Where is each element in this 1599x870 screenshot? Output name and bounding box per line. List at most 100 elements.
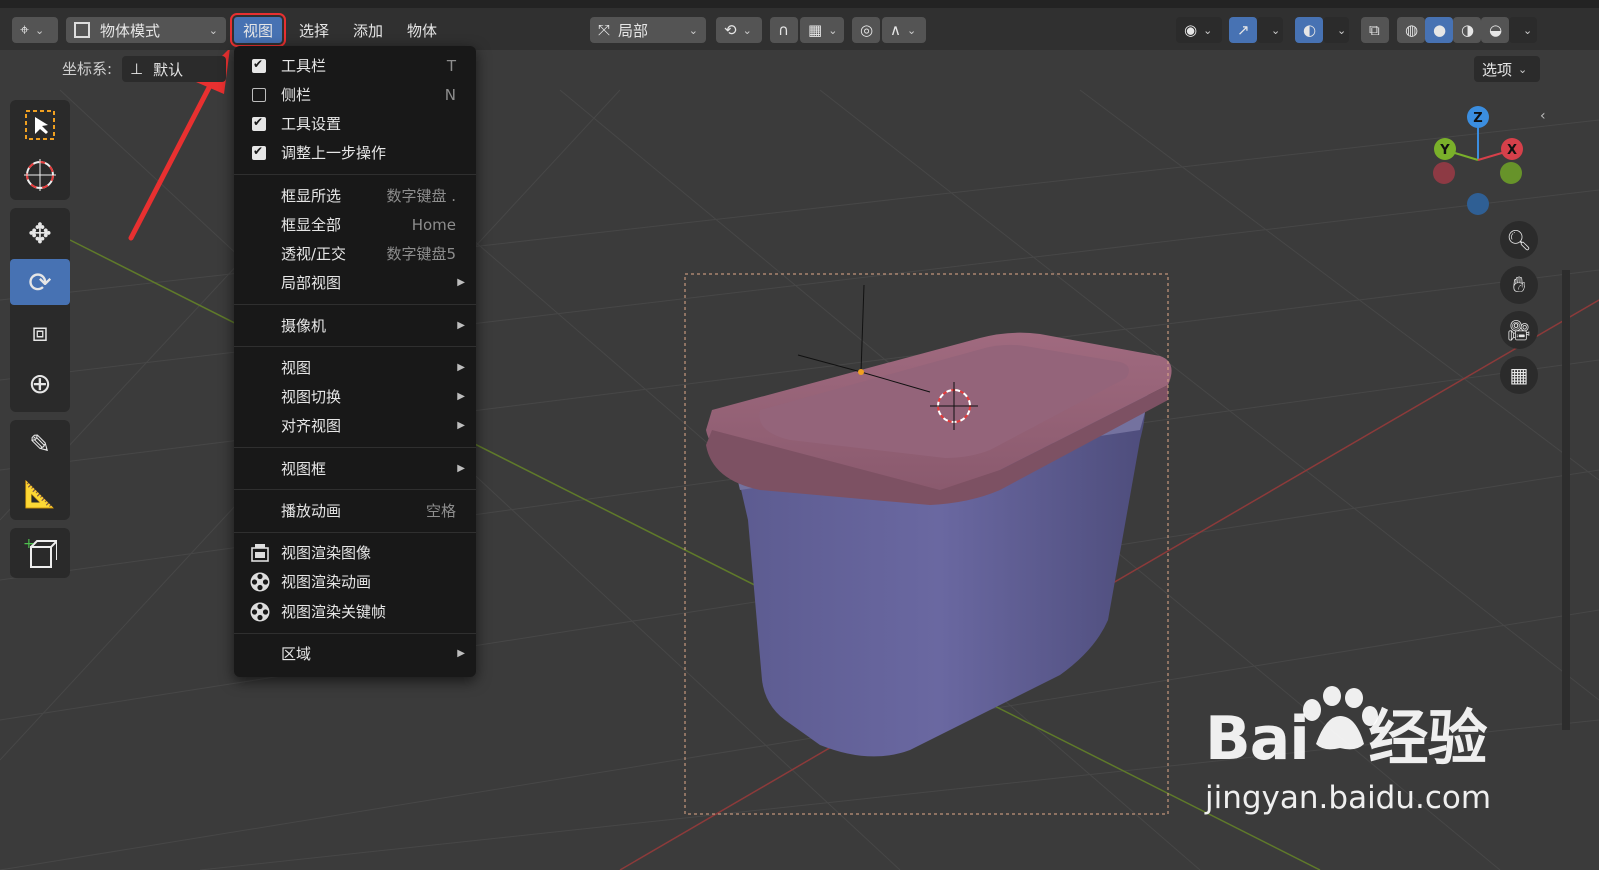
material-shading[interactable]: ◑ xyxy=(1453,17,1481,43)
menu-item-view-regions[interactable]: 视图框 ▶ xyxy=(234,454,476,483)
overlays-toggle[interactable]: ◐ xyxy=(1295,17,1323,43)
scale-icon: ⧈ xyxy=(31,317,49,348)
move-tool[interactable]: ✥ xyxy=(10,210,70,256)
menu-item-toolbar[interactable]: 工具栏T xyxy=(234,51,476,80)
proportional-edit-icon: ◎ xyxy=(860,21,874,39)
gizmo-icon: ↗ xyxy=(1237,21,1250,39)
chevron-down-icon: ⌄ xyxy=(1271,23,1281,37)
add-cube-tool[interactable]: + xyxy=(10,530,70,576)
neg-y-handle[interactable] xyxy=(1500,162,1522,184)
perspective-toggle-button[interactable]: ▦ xyxy=(1500,356,1538,394)
pan-button[interactable]: ✋︎ xyxy=(1500,266,1538,304)
menu-add[interactable]: 添加 xyxy=(344,17,392,43)
menu-separator xyxy=(234,304,476,305)
rotate-tool[interactable]: ⟳ xyxy=(10,259,70,305)
menu-item-viewport-render-animation[interactable]: 视图渲染动画 xyxy=(234,567,476,596)
menu-item-viewpoint[interactable]: 视图 ▶ xyxy=(234,353,476,382)
menu-view[interactable]: 视图 xyxy=(229,13,287,47)
menu-item-area[interactable]: 区域 ▶ xyxy=(234,639,476,668)
menu-item-cameras[interactable]: 摄像机 ▶ xyxy=(234,311,476,340)
view-menu-dropdown: 工具栏T 侧栏N 工具设置 调整上一步操作 框显所选数字键盘 . 框显全部Hom… xyxy=(234,46,476,677)
x-axis-label: X xyxy=(1507,143,1517,158)
checkbox-checked[interactable] xyxy=(252,115,266,131)
measure-tool[interactable]: 📐 xyxy=(10,472,70,518)
xray-toggle[interactable]: ⧉ xyxy=(1361,17,1389,43)
menu-separator xyxy=(234,174,476,175)
toolbar-group-add: + xyxy=(10,528,70,578)
chevron-down-icon: ⌄ xyxy=(1518,62,1528,76)
menu-item-frame-all[interactable]: 框显全部 Home xyxy=(234,210,476,239)
menu-item-viewport-render-image[interactable]: 视图渲染图像 xyxy=(234,538,476,567)
chevron-down-icon: ⌄ xyxy=(906,23,917,37)
menu-item-perspective-ortho[interactable]: 透视/正交 数字键盘5 xyxy=(234,239,476,268)
rendered-sphere-icon: ◒ xyxy=(1489,21,1503,39)
submenu-arrow-icon: ▶ xyxy=(457,463,465,474)
options-button[interactable]: 选项 ⌄ xyxy=(1474,56,1540,82)
editor-type-button[interactable]: ⌖ ⌄ xyxy=(12,17,58,43)
menu-item-local-view[interactable]: 局部视图 ▶ xyxy=(234,268,476,297)
overlays-options[interactable]: ⌄ xyxy=(1323,17,1349,43)
watermark-url: jingyan.baidu.com xyxy=(1205,780,1492,816)
gizmo-options[interactable]: ⌄ xyxy=(1257,17,1283,43)
camera-view-button[interactable]: 🎥︎ xyxy=(1500,311,1538,349)
chevron-down-icon: ⌄ xyxy=(208,23,218,37)
menu-item-sidebar[interactable]: 侧栏 N xyxy=(234,80,476,109)
material-sphere-icon: ◑ xyxy=(1461,21,1475,39)
toolbar-group-transform: ✥ ⟳ ⧈ ⊕ xyxy=(10,208,70,412)
grid-snap-icon: ▦ xyxy=(808,21,823,39)
sidebar-toggle-icon[interactable]: ‹ xyxy=(1540,108,1546,124)
shading-options[interactable]: ⌄ xyxy=(1509,17,1537,43)
menu-object[interactable]: 物体 xyxy=(398,17,446,43)
menu-item-navigation[interactable]: 视图切换 ▶ xyxy=(234,382,476,411)
chevron-down-icon: ⌄ xyxy=(1203,23,1213,37)
menu-item-play-animation[interactable]: 播放动画 空格 xyxy=(234,496,476,525)
checkbox-unchecked[interactable] xyxy=(252,87,266,102)
visibility-button[interactable]: ◉ ⌄ xyxy=(1176,17,1222,43)
submenu-arrow-icon: ▶ xyxy=(457,391,465,402)
menu-item-tool-settings[interactable]: 工具设置 xyxy=(234,109,476,138)
menu-item-align-view[interactable]: 对齐视图 ▶ xyxy=(234,411,476,440)
select-box-tool[interactable] xyxy=(10,102,70,148)
cursor-tool[interactable] xyxy=(10,152,70,198)
menu-item-adjust-last-operation[interactable]: 调整上一步操作 xyxy=(234,138,476,167)
transform-tool[interactable]: ⊕ xyxy=(10,360,70,406)
zoom-button[interactable]: 🔍︎ xyxy=(1500,221,1538,259)
proportional-edit-toggle[interactable]: ◎ xyxy=(852,17,880,43)
checkbox-checked[interactable] xyxy=(252,57,266,73)
menu-separator xyxy=(234,346,476,347)
checkbox-checked[interactable] xyxy=(252,144,266,160)
navigation-gizmo[interactable]: Z Y X xyxy=(1425,100,1535,220)
neg-z-handle[interactable] xyxy=(1467,193,1489,215)
solid-shading[interactable]: ● xyxy=(1425,17,1453,43)
menu-select[interactable]: 选择 xyxy=(290,17,338,43)
mode-select[interactable]: 物体模式 ⌄ xyxy=(66,17,226,43)
snap-target-button[interactable]: ▦ ⌄ xyxy=(800,17,844,43)
submenu-arrow-icon: ▶ xyxy=(457,277,465,288)
snap-toggle[interactable]: ∩ xyxy=(770,17,798,43)
transform-orientation-select[interactable]: ⤧ 局部 ⌄ xyxy=(590,17,706,43)
rotate-icon: ⟳ xyxy=(28,265,52,299)
scale-tool[interactable]: ⧈ xyxy=(10,310,70,356)
coordinate-system-select[interactable]: ⊥ 默认 xyxy=(122,56,226,82)
menu-item-frame-selected[interactable]: 框显所选 数字键盘 . xyxy=(234,181,476,210)
add-cube-icon: + xyxy=(23,536,57,568)
falloff-button[interactable]: ∧ ⌄ xyxy=(882,17,926,43)
pivot-point-button[interactable]: ⟲ ⌄ xyxy=(716,17,762,43)
menu-separator xyxy=(234,489,476,490)
rendered-shading[interactable]: ◒ xyxy=(1481,17,1509,43)
menu-separator xyxy=(234,633,476,634)
chevron-down-icon: ⌄ xyxy=(1337,23,1347,37)
wireframe-shading[interactable]: ◍ xyxy=(1397,17,1425,43)
xray-icon: ⧉ xyxy=(1369,21,1380,39)
y-axis-label: Y xyxy=(1439,143,1450,158)
local-orientation-icon: ⤧ xyxy=(598,21,611,39)
menu-item-viewport-render-keyframes[interactable]: 视图渲染关键帧 xyxy=(234,597,476,626)
neg-x-handle[interactable] xyxy=(1433,162,1455,184)
solid-sphere-icon: ● xyxy=(1433,21,1447,39)
annotate-tool[interactable]: ✎ xyxy=(10,422,70,468)
gizmo-toggle[interactable]: ↗ xyxy=(1229,17,1257,43)
transform-orientation-label: 局部 xyxy=(618,21,649,40)
pencil-icon: ✎ xyxy=(29,430,51,460)
watermark-brand: Bai 经验 xyxy=(1205,704,1487,774)
mode-label: 物体模式 xyxy=(100,21,161,40)
